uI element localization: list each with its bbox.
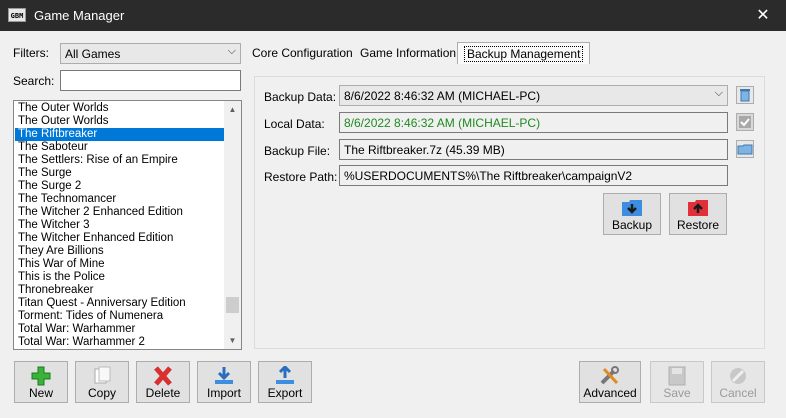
title-bar: GBM Game Manager ✕ [0,0,786,31]
local-data-label: Local Data: [264,117,325,131]
restore-button[interactable]: Restore [669,193,727,235]
game-list[interactable]: The Outer Worlds The Outer Worlds The Rift… [13,100,242,350]
advanced-button[interactable]: Advanced [579,361,641,403]
backup-button[interactable]: Backup [603,193,661,235]
list-item[interactable]: The Witcher 2 Enhanced Edition [15,206,224,219]
backup-file-field: The Riftbreaker.7z (45.39 MB) [339,139,728,160]
cancel-button[interactable]: Cancel [711,361,765,403]
new-button[interactable]: New [14,361,68,403]
local-data-field: 8/6/2022 8:46:32 AM (MICHAEL-PC) [339,112,728,133]
list-item[interactable]: Total War: Warhammer [15,323,224,336]
list-item[interactable]: The Saboteur [15,141,224,154]
chevron-down-icon: ⌵ [227,45,236,57]
list-item[interactable]: The Surge 2 [15,180,224,193]
list-item[interactable]: Total War: Warhammer 2 [15,336,224,349]
plus-icon [31,366,51,386]
backup-folder-icon [622,200,642,216]
list-item[interactable]: This War of Mine [15,258,224,271]
trash-icon[interactable] [736,86,754,104]
import-icon [215,367,233,384]
save-button[interactable]: Save [650,361,704,403]
list-item[interactable]: They Are Billions [15,245,224,258]
restore-folder-icon [688,200,708,216]
checkmark-icon[interactable] [736,113,754,131]
close-icon[interactable]: ✕ [740,0,786,31]
list-item[interactable]: The Witcher Enhanced Edition [15,232,224,245]
scroll-down-icon[interactable]: ▼ [224,332,241,349]
folder-icon[interactable] [736,140,754,158]
tab-core-configuration[interactable]: Core Configuration [246,42,359,64]
delete-x-icon [154,366,172,386]
export-button[interactable]: Export [258,361,312,403]
restore-path-field: %USERDOCUMENTS%\The Riftbreaker\campaign… [339,165,728,186]
window-title: Game Manager [34,8,125,23]
backup-data-dropdown[interactable]: 8/6/2022 8:46:32 AM (MICHAEL-PC) ⌵ [339,85,728,106]
list-item[interactable]: The Riftbreaker [15,128,224,141]
scroll-up-icon[interactable]: ▲ [224,101,241,118]
filters-selected: All Games [65,47,121,61]
import-button[interactable]: Import [197,361,251,403]
list-item[interactable]: The Outer Worlds [15,115,224,128]
game-list-items: The Outer Worlds The Outer Worlds The Rift… [15,102,224,349]
list-item[interactable]: Thronebreaker [15,284,224,297]
search-input[interactable] [60,70,241,91]
filters-dropdown[interactable]: All Games ⌵ [60,43,241,64]
list-item[interactable]: The Settlers: Rise of an Empire [15,154,224,167]
copy-button[interactable]: Copy [75,361,129,403]
backup-management-panel: Backup Data: 8/6/2022 8:46:32 AM (MICHAE… [254,76,765,349]
restore-path-label: Restore Path: [264,170,338,184]
list-item[interactable]: The Outer Worlds [15,102,224,115]
delete-button[interactable]: Delete [136,361,190,403]
tab-backup-management[interactable]: Backup Management [457,42,591,64]
copy-icon [94,366,111,384]
list-item[interactable]: The Surge [15,167,224,180]
backup-file-label: Backup File: [264,144,331,158]
chevron-down-icon: ⌵ [714,87,723,99]
filters-label: Filters: [13,46,49,60]
backup-data-label: Backup Data: [264,90,337,104]
tools-icon [600,366,619,385]
tab-game-information[interactable]: Game Information [354,42,462,64]
list-item[interactable]: The Witcher 3 [15,219,224,232]
list-item[interactable]: The Technomancer [15,193,224,206]
scroll-thumb[interactable] [226,297,239,313]
cancel-icon [730,368,746,384]
export-icon [276,366,294,384]
floppy-disk-icon [668,366,686,386]
search-label: Search: [13,74,55,88]
list-item[interactable]: This is the Police [15,271,224,284]
list-item[interactable]: Torment: Tides of Numenera [15,310,224,323]
list-scrollbar[interactable]: ▲ ▼ [224,101,241,349]
list-item[interactable]: Titan Quest - Anniversary Edition [15,297,224,310]
app-icon: GBM [8,8,26,22]
